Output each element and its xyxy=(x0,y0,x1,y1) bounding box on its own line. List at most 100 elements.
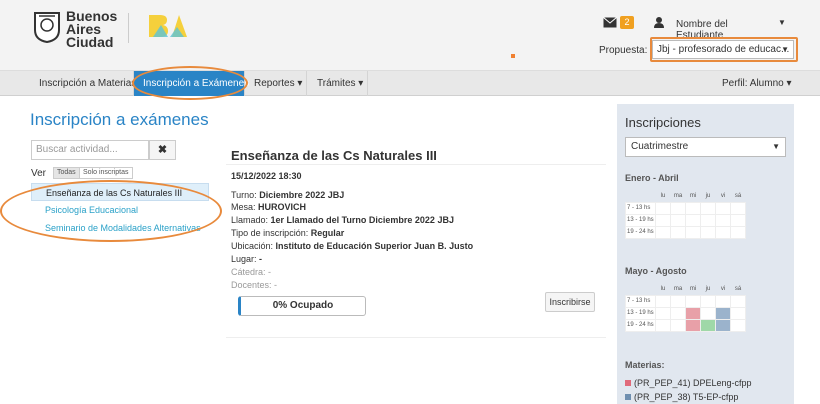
field-value: 1er Llamado del Turno Diciembre 2022 JBJ xyxy=(270,215,454,225)
row-label: 19 - 24 hs xyxy=(625,225,656,239)
period-value: Cuatrimestre xyxy=(631,141,689,152)
row-label: 13 - 19 hs xyxy=(625,306,656,320)
main-navbar: Inscripción a Materias Inscripción a Exá… xyxy=(0,71,820,96)
grid-cell xyxy=(655,306,671,320)
ba-logo-icon xyxy=(149,15,187,37)
grid-cell-occupied xyxy=(715,318,731,332)
row-label: 19 - 24 hs xyxy=(625,318,656,332)
field-label: Ubicación: xyxy=(231,241,274,251)
propuesta-label: Propuesta: xyxy=(599,45,648,56)
grid-corner xyxy=(626,190,656,202)
sem2-schedule-grid: lu ma mi ju vi sá 7 - 13 hs 13 - 19 hs 1… xyxy=(625,283,750,332)
annotation-rectangle xyxy=(650,37,798,62)
occupancy-progress: 0% Ocupado xyxy=(238,296,366,316)
catedra-row: Cátedra: - xyxy=(231,267,271,277)
city-logo-text: Buenos Aires Ciudad xyxy=(66,9,117,50)
field-label: Turno: xyxy=(231,190,257,200)
grid-cell xyxy=(715,294,731,308)
turno-row: Turno: Diciembre 2022 JBJ xyxy=(231,190,344,200)
nav-tramites[interactable]: Trámites ▾ xyxy=(307,71,367,96)
row-label: 7 - 13 hs xyxy=(625,201,656,215)
day-header: vi xyxy=(720,285,726,292)
materias-label: Materias: xyxy=(625,360,665,370)
day-header: lu xyxy=(660,192,666,199)
grid-cell-occupied xyxy=(700,318,716,332)
nav-divider xyxy=(367,71,368,96)
grid-cell xyxy=(685,225,701,239)
grid-cell-occupied xyxy=(715,306,731,320)
panel-title: Inscripciones xyxy=(625,115,701,130)
field-label: Cátedra: xyxy=(231,267,266,277)
nav-perfil[interactable]: Perfil: Alumno ▾ xyxy=(722,71,792,96)
chevron-down-icon[interactable]: ▼ xyxy=(778,18,786,27)
grid-cell-occupied xyxy=(685,318,701,332)
grid-cell xyxy=(730,294,746,308)
clear-search-button[interactable]: ✖ xyxy=(149,140,176,160)
user-icon xyxy=(654,17,664,28)
grid-cell xyxy=(730,225,746,239)
field-value: Regular xyxy=(310,228,345,238)
materia-name: (PR_PEP_38) T5-EP-cfpp xyxy=(634,392,739,402)
materia-item: (PR_PEP_41) DPELeng-cfpp xyxy=(625,378,752,388)
day-header: mi xyxy=(689,192,697,199)
exam-date: 15/12/2022 18:30 xyxy=(231,171,302,181)
docentes-row: Docentes: - xyxy=(231,280,277,290)
row-label: 7 - 13 hs xyxy=(625,294,656,308)
field-value: Diciembre 2022 JBJ xyxy=(259,190,345,200)
tipo-row: Tipo de inscripción: Regular xyxy=(231,228,344,238)
logo-line: Ciudad xyxy=(66,34,114,50)
grid-cell xyxy=(700,201,716,215)
grid-cell xyxy=(715,213,731,227)
day-header: ma xyxy=(673,285,683,292)
grid-cell xyxy=(655,318,671,332)
day-header: vi xyxy=(720,192,726,199)
orange-dot xyxy=(511,54,515,58)
exam-title: Enseñanza de las Cs Naturales III xyxy=(231,148,437,163)
nav-inscripcion-materias[interactable]: Inscripción a Materias xyxy=(29,71,136,96)
grid-cell xyxy=(655,294,671,308)
logo-divider xyxy=(128,13,129,43)
mail-icon[interactable] xyxy=(603,17,617,28)
grid-cell xyxy=(670,213,686,227)
sem1-label: Enero - Abril xyxy=(625,173,679,183)
grid-cell xyxy=(685,294,701,308)
notification-badge[interactable]: 2 xyxy=(620,16,634,29)
lugar-row: Lugar: - xyxy=(231,254,262,264)
grid-cell xyxy=(700,213,716,227)
inscribirse-button[interactable]: Inscribirse xyxy=(545,292,595,312)
day-header: ju xyxy=(705,285,711,292)
field-label: Docentes: xyxy=(231,280,272,290)
grid-cell xyxy=(670,318,686,332)
grid-cell xyxy=(655,213,671,227)
field-value: Instituto de Educación Superior Juan B. … xyxy=(275,241,474,251)
mesa-row: Mesa: HUROVICH xyxy=(231,202,306,212)
period-select[interactable]: Cuatrimestre ▼ xyxy=(625,137,786,157)
grid-cell xyxy=(655,201,671,215)
annotation-circle xyxy=(0,180,222,242)
grid-cell xyxy=(670,294,686,308)
grid-cell xyxy=(715,225,731,239)
grid-cell xyxy=(730,201,746,215)
search-input[interactable]: Buscar actividad... xyxy=(31,140,149,160)
sem2-label: Mayo - Agosto xyxy=(625,266,687,276)
grid-corner xyxy=(626,283,656,295)
day-header: mi xyxy=(689,285,697,292)
materia-name: (PR_PEP_41) DPELeng-cfpp xyxy=(634,378,752,388)
legend-swatch xyxy=(625,380,631,386)
row-label: 13 - 19 hs xyxy=(625,213,656,227)
filter-solo-inscriptas[interactable]: Solo inscriptas xyxy=(79,167,133,179)
day-header: ju xyxy=(705,192,711,199)
grid-cell xyxy=(655,225,671,239)
grid-cell xyxy=(730,213,746,227)
materia-item: (PR_PEP_38) T5-EP-cfpp xyxy=(625,392,738,402)
field-value: - xyxy=(259,254,263,264)
divider xyxy=(226,164,606,165)
field-label: Tipo de inscripción: xyxy=(231,228,309,238)
grid-cell xyxy=(670,306,686,320)
nav-reportes[interactable]: Reportes ▾ xyxy=(245,71,305,96)
grid-cell xyxy=(730,318,746,332)
filter-todas[interactable]: Todas xyxy=(53,167,80,179)
day-header: sá xyxy=(734,285,742,292)
field-value: HUROVICH xyxy=(258,202,307,212)
sem1-schedule-grid: lu ma mi ju vi sá 7 - 13 hs 13 - 19 hs 1… xyxy=(625,190,750,239)
